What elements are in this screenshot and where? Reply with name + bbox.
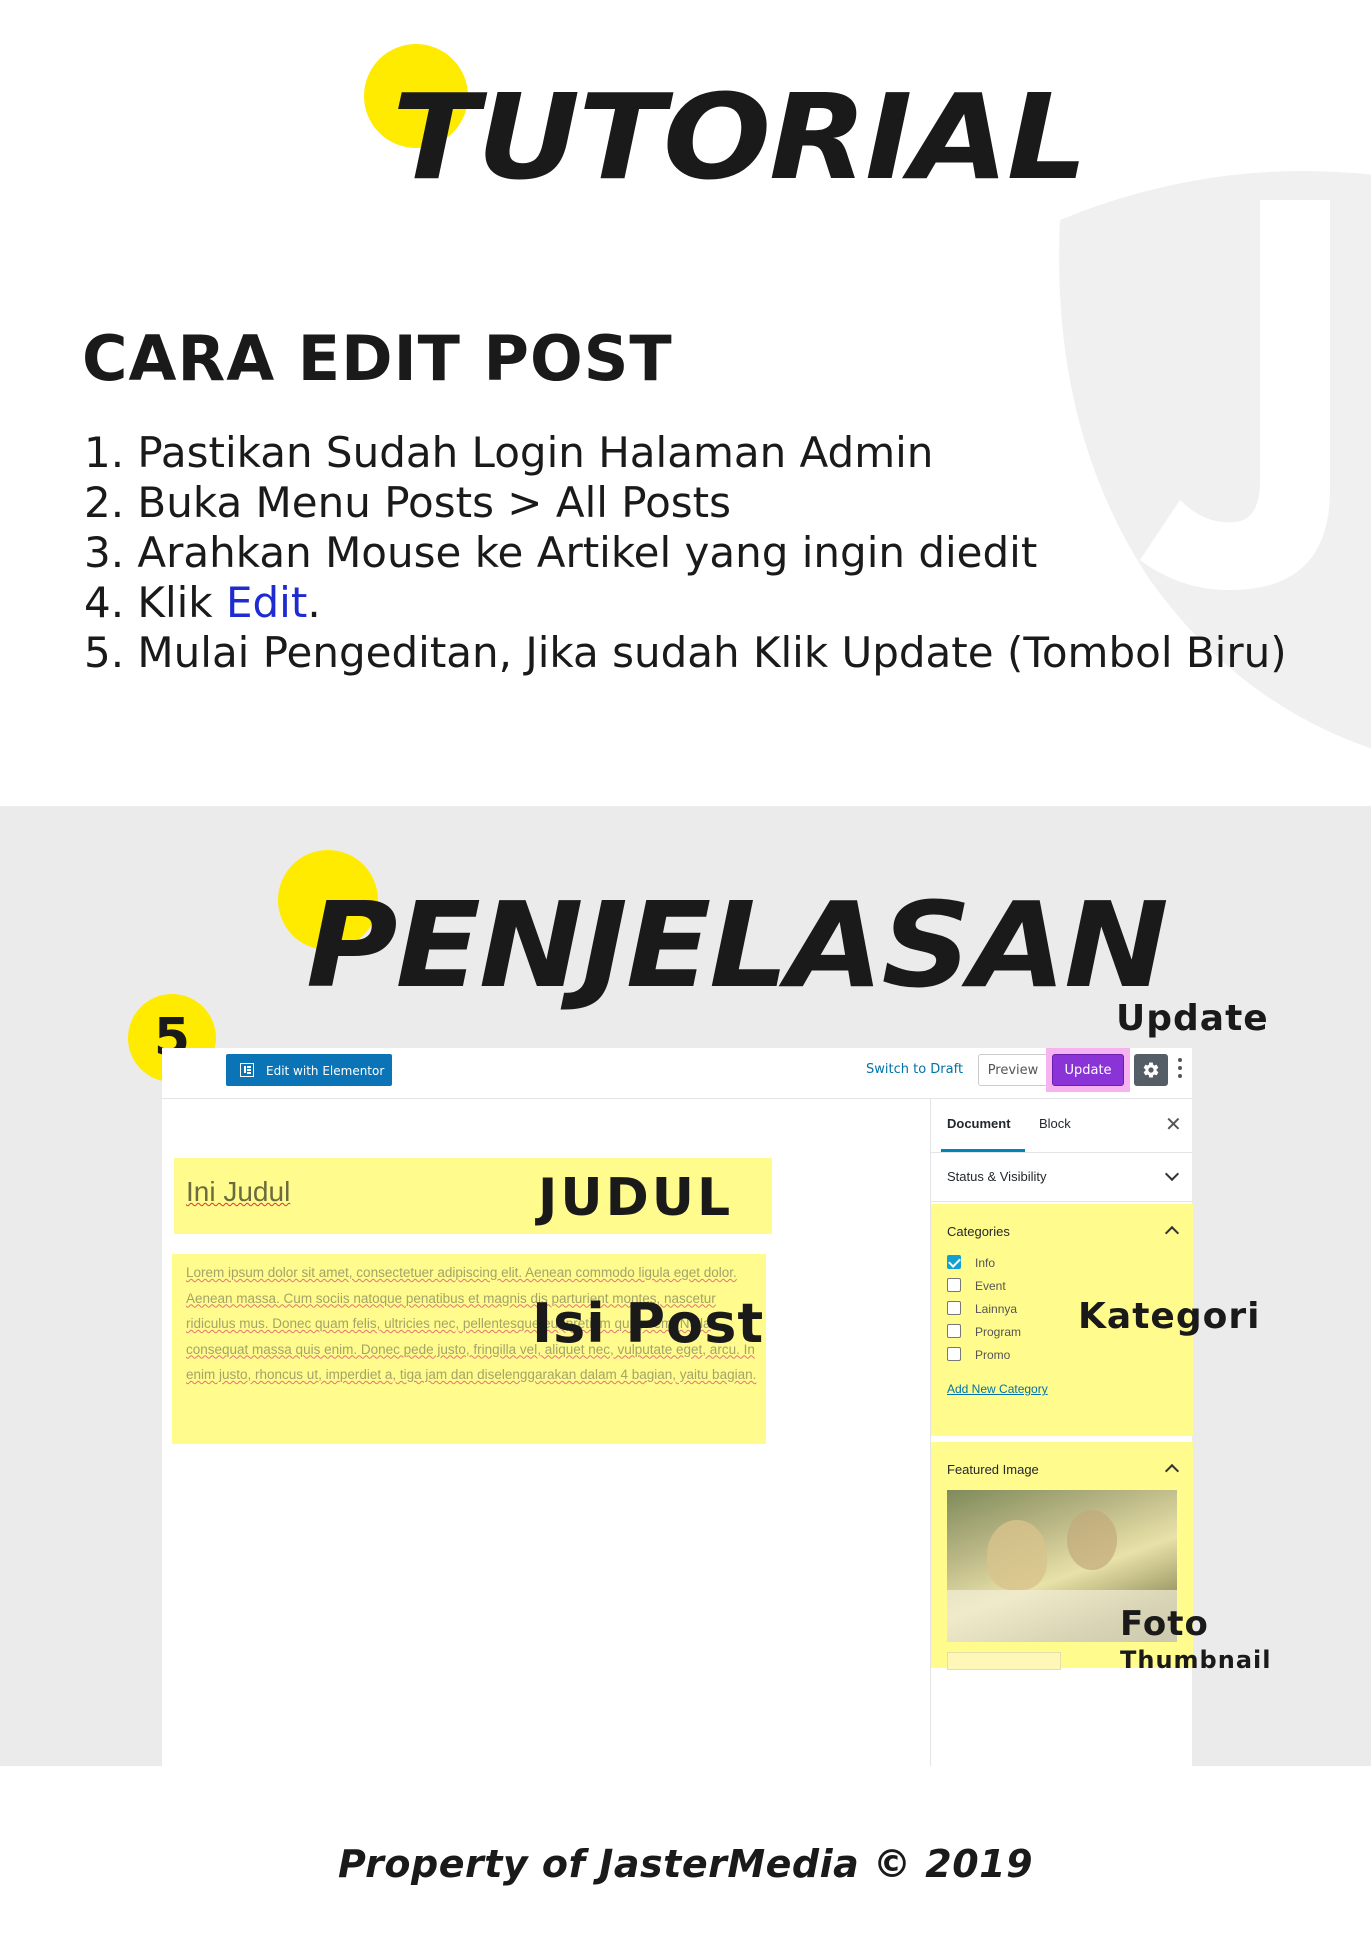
footer-copyright: Property of JasterMedia © 2019: [337, 1842, 1034, 1886]
step-prefix: 4. Klik: [84, 578, 226, 627]
editor-screenshot: Edit with Elementor Switch to Draft Prev…: [162, 1048, 1193, 1766]
edit-with-elementor-button[interactable]: Edit with Elementor: [226, 1054, 392, 1086]
elementor-button-label: Edit with Elementor: [266, 1064, 385, 1078]
preview-button[interactable]: Preview: [978, 1054, 1048, 1086]
judul-annotation: JUDUL: [538, 1168, 734, 1228]
step-item: 2. Buka Menu Posts > All Posts: [84, 478, 732, 527]
category-label: Program: [975, 1325, 1022, 1339]
elementor-icon: [240, 1063, 254, 1077]
switch-to-draft-button[interactable]: Switch to Draft: [866, 1062, 963, 1077]
isi-post-annotation: Isi Post: [532, 1292, 765, 1355]
settings-button[interactable]: [1134, 1054, 1168, 1086]
checkbox-checked-icon[interactable]: [947, 1255, 961, 1269]
update-button[interactable]: Update: [1052, 1054, 1124, 1086]
add-new-category-link[interactable]: Add New Category: [947, 1382, 1048, 1396]
featured-image-action[interactable]: [947, 1652, 1061, 1670]
tab-block[interactable]: Block: [1039, 1116, 1071, 1131]
editor-toolbar: Edit with Elementor Switch to Draft Prev…: [162, 1048, 1192, 1099]
steps-list: 1. Pastikan Sudah Login Halaman Admin 2.…: [84, 428, 1287, 678]
page-title: TUTORIAL: [392, 68, 1088, 206]
explanation-title: PENJELASAN: [306, 876, 1169, 1014]
kebab-icon[interactable]: [1178, 1058, 1182, 1082]
kategori-annotation: Kategori: [1078, 1296, 1261, 1337]
checkbox-icon[interactable]: [947, 1324, 961, 1338]
tab-document[interactable]: Document: [941, 1116, 1025, 1152]
category-label: Promo: [975, 1348, 1011, 1362]
checkbox-icon[interactable]: [947, 1347, 961, 1361]
step-item: 4. Klik Edit.: [84, 578, 1287, 628]
featured-image-label: Featured Image: [947, 1462, 1039, 1477]
status-visibility-panel[interactable]: Status & Visibility: [931, 1153, 1193, 1202]
thumbnail-annotation: Thumbnail: [1120, 1646, 1272, 1674]
step-suffix: .: [307, 578, 321, 627]
category-label: Info: [975, 1256, 996, 1270]
step-item: 5. Mulai Pengeditan, Jika sudah Klik Upd…: [84, 628, 1287, 677]
chevron-down-icon: [1164, 1166, 1180, 1182]
section-heading: CARA EDIT POST: [82, 322, 673, 395]
step-item: 3. Arahkan Mouse ke Artikel yang ingin d…: [84, 528, 1038, 577]
category-label: Event: [975, 1279, 1006, 1293]
category-label: Lainnya: [975, 1302, 1018, 1316]
gear-icon: [1143, 1062, 1159, 1078]
categories-label: Categories: [947, 1224, 1010, 1239]
close-icon[interactable]: ✕: [1165, 1112, 1182, 1137]
status-visibility-label: Status & Visibility: [947, 1169, 1047, 1184]
post-title-input[interactable]: Ini Judul: [186, 1176, 290, 1208]
step-item: 1. Pastikan Sudah Login Halaman Admin: [84, 428, 934, 477]
edit-link[interactable]: Edit: [226, 578, 307, 627]
checkbox-icon[interactable]: [947, 1301, 961, 1315]
sidebar-tabs: Document Block ✕: [931, 1098, 1193, 1153]
update-annotation: Update: [1116, 998, 1269, 1039]
foto-annotation: Foto: [1120, 1604, 1209, 1644]
checkbox-icon[interactable]: [947, 1278, 961, 1292]
